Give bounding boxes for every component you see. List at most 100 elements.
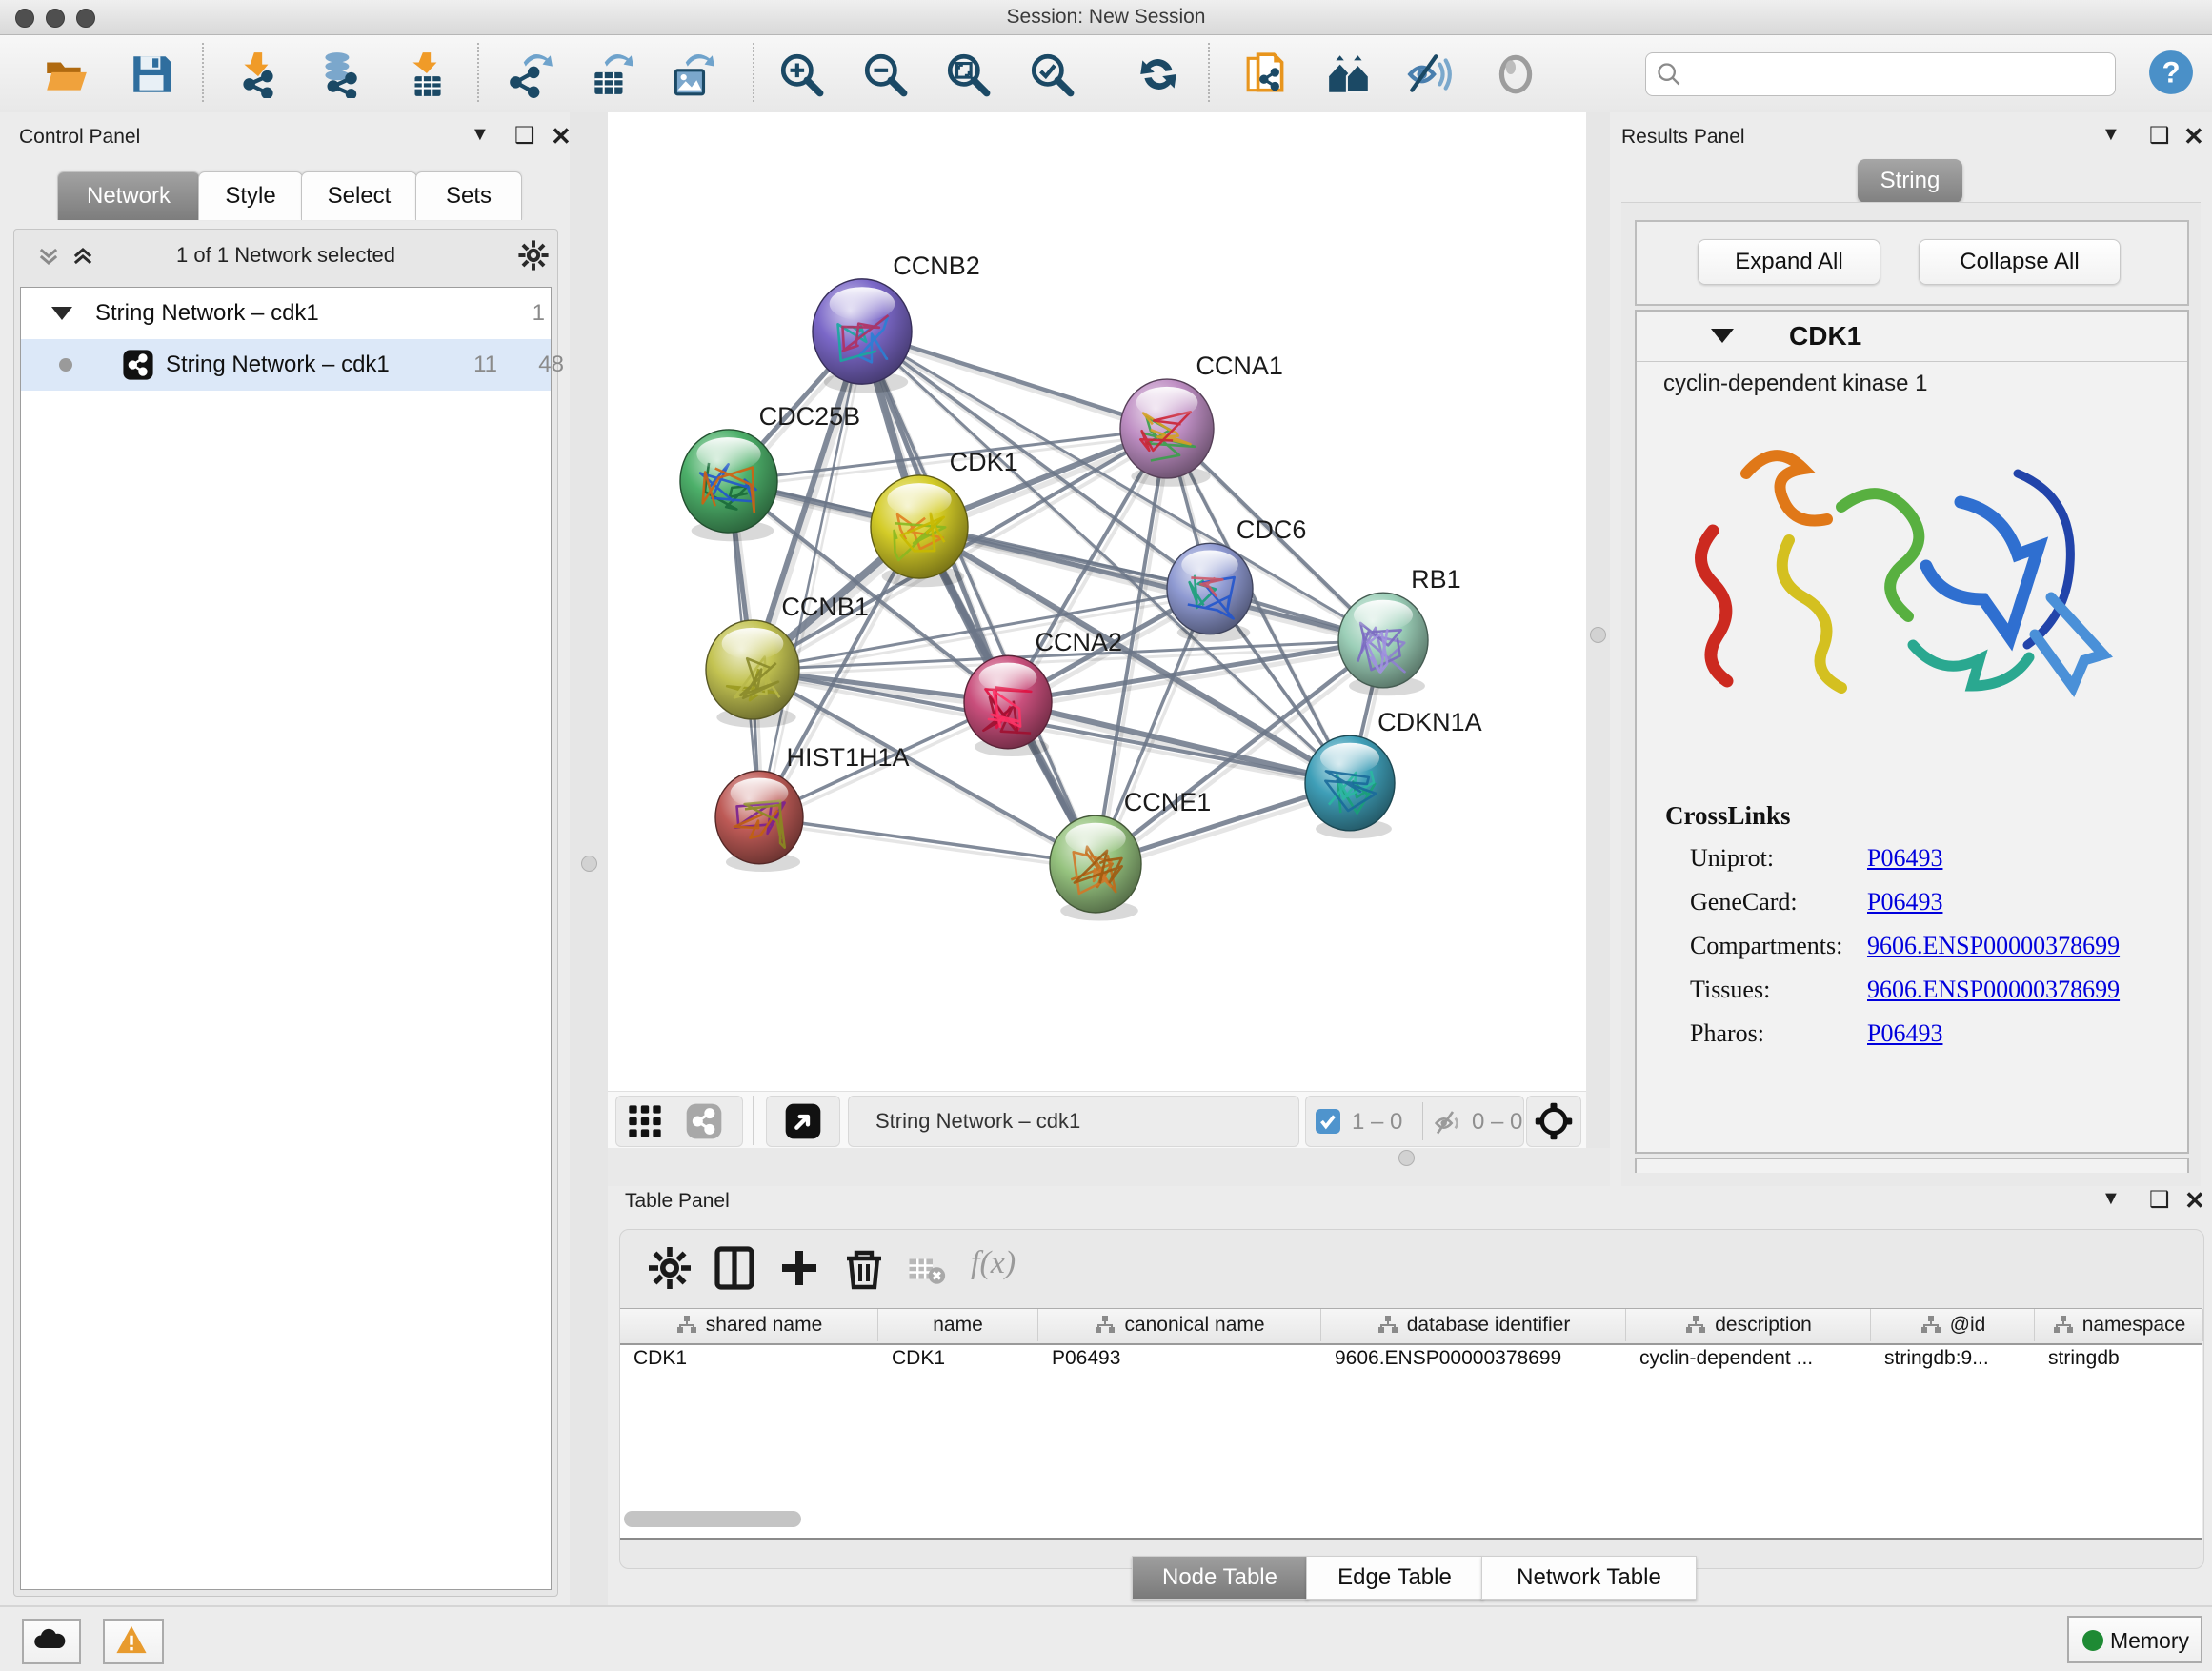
crosslink-link[interactable]: P06493 [1867, 844, 1942, 873]
cell-description[interactable]: cyclin-dependent ... [1626, 1347, 1871, 1378]
memory-button[interactable]: Memory [2067, 1616, 2202, 1663]
tab-string[interactable]: String [1858, 159, 1962, 203]
expand-all-button[interactable]: Expand All [1698, 239, 1880, 285]
export-image-icon[interactable] [668, 50, 715, 98]
import-table-icon[interactable] [403, 50, 451, 98]
search-icon [1656, 61, 1682, 88]
tab-node-table[interactable]: Node Table [1132, 1556, 1308, 1600]
show-all-icon[interactable] [1492, 50, 1539, 98]
gear-icon[interactable] [647, 1245, 693, 1291]
network-node[interactable] [964, 655, 1052, 756]
warning-button[interactable] [103, 1619, 164, 1664]
column-header-description[interactable]: description [1626, 1309, 1871, 1341]
network-node[interactable] [1050, 815, 1141, 920]
help-icon[interactable]: ? [2147, 49, 2195, 96]
cell--id[interactable]: stringdb:9... [1871, 1347, 2035, 1378]
network-row[interactable]: String Network – cdk1 11 48 [21, 339, 551, 391]
selection-info-tile: 1 – 0 0 – 0 [1305, 1096, 1524, 1147]
tab-select[interactable]: Select [301, 171, 417, 220]
hidden-eye-slash-icon[interactable] [1434, 1108, 1464, 1138]
grid-view-icon[interactable] [626, 1102, 664, 1140]
column-header-namespace[interactable]: namespace [2035, 1309, 2203, 1341]
cell-canonical-name[interactable]: P06493 [1038, 1347, 1321, 1378]
import-network-from-database-icon[interactable] [315, 50, 363, 98]
cell-database-identifier[interactable]: 9606.ENSP00000378699 [1321, 1347, 1626, 1378]
clone-network-icon[interactable] [1244, 50, 1292, 98]
hide-selected-icon[interactable] [1406, 50, 1454, 98]
gear-icon[interactable] [517, 239, 550, 272]
export-network-icon[interactable] [506, 50, 553, 98]
collapse-all-button[interactable]: Collapse All [1919, 239, 2121, 285]
network-node[interactable] [680, 430, 777, 541]
network-graph[interactable]: CCNB2CCNA1CDC25BCDK1CDC6RB1CCNB1CCNA2CDK… [608, 112, 1586, 1091]
cell-namespace[interactable]: stringdb [2035, 1347, 2203, 1378]
column-header-shared-name[interactable]: shared name [620, 1309, 878, 1341]
float-panel-icon[interactable]: ❑ [2149, 122, 2170, 150]
crosslink-link[interactable]: 9606.ENSP00000378699 [1867, 932, 2120, 960]
tab-network-table[interactable]: Network Table [1481, 1556, 1697, 1600]
cell-name[interactable]: CDK1 [878, 1347, 1038, 1378]
crosslink-link[interactable]: 9606.ENSP00000378699 [1867, 976, 2120, 1004]
splitter-handle[interactable] [581, 856, 597, 872]
selected-checkbox-icon[interactable] [1316, 1109, 1340, 1134]
collapse-panel-icon[interactable]: ▼ [471, 124, 490, 146]
tab-sets[interactable]: Sets [415, 171, 522, 220]
crosslink-link[interactable]: P06493 [1867, 888, 1942, 916]
tab-style[interactable]: Style [198, 171, 303, 220]
delete-column-icon[interactable] [841, 1245, 887, 1291]
export-table-icon[interactable] [587, 50, 634, 98]
network-node[interactable] [1120, 379, 1214, 487]
refresh-icon[interactable] [1135, 50, 1182, 98]
cloud-button[interactable] [22, 1619, 81, 1664]
splitter-handle[interactable] [1590, 627, 1606, 643]
close-panel-icon[interactable]: ✕ [2184, 1186, 2205, 1216]
center-view-icon[interactable] [1534, 1101, 1574, 1141]
add-column-icon[interactable] [776, 1245, 822, 1291]
close-panel-icon[interactable]: ✕ [551, 122, 572, 151]
float-panel-icon[interactable]: ❑ [514, 122, 535, 150]
horizontal-scrollbar[interactable] [624, 1511, 801, 1527]
network-node[interactable] [871, 475, 968, 587]
network-edge[interactable] [862, 332, 1096, 864]
network-title-tile: String Network – cdk1 [848, 1096, 1299, 1147]
zoom-selected-icon[interactable] [1028, 50, 1076, 98]
splitter-handle[interactable] [1398, 1150, 1415, 1166]
network-node[interactable] [715, 771, 803, 872]
vertical-splitter[interactable] [1586, 112, 1610, 1186]
open-session-icon[interactable] [42, 50, 90, 98]
hierarchy-icon [675, 1314, 698, 1337]
search-input[interactable] [1688, 57, 2101, 90]
column-header-name[interactable]: name [878, 1309, 1038, 1341]
network-view-icon[interactable] [685, 1102, 723, 1140]
vertical-splitter[interactable] [570, 112, 608, 1605]
crosslink-link[interactable]: P06493 [1867, 1019, 1942, 1048]
tab-edge-table[interactable]: Edge Table [1306, 1556, 1483, 1600]
first-neighbors-icon[interactable] [1325, 50, 1373, 98]
network-node[interactable] [706, 620, 799, 728]
column-header-database-identifier[interactable]: database identifier [1321, 1309, 1626, 1341]
network-node[interactable] [1338, 593, 1428, 695]
float-panel-icon[interactable]: ❑ [2149, 1186, 2170, 1214]
close-panel-icon[interactable]: ✕ [2183, 122, 2204, 151]
save-session-icon[interactable] [128, 50, 175, 98]
collapse-panel-icon[interactable]: ▼ [2101, 1188, 2121, 1210]
network-node[interactable] [813, 279, 912, 393]
network-view[interactable]: CCNB2CCNA1CDC25BCDK1CDC6RB1CCNB1CCNA2CDK… [608, 112, 1586, 1091]
collapse-panel-icon[interactable]: ▼ [2101, 124, 2121, 146]
birdseye-toggle-icon[interactable] [784, 1102, 822, 1140]
zoom-fit-icon[interactable] [944, 50, 992, 98]
network-collection-row[interactable]: String Network – cdk1 1 [21, 288, 551, 339]
show-columns-icon[interactable] [712, 1245, 757, 1291]
column-header--id[interactable]: @id [1871, 1309, 2035, 1341]
zoom-in-icon[interactable] [777, 50, 825, 98]
node-details-header[interactable]: CDK1 [1637, 312, 2187, 362]
import-network-icon[interactable] [234, 50, 282, 98]
tab-network[interactable]: Network [57, 171, 200, 220]
chevron-down-icon[interactable] [51, 307, 72, 320]
zoom-out-icon[interactable] [861, 50, 909, 98]
column-header-canonical-name[interactable]: canonical name [1038, 1309, 1321, 1341]
network-node[interactable] [1305, 735, 1395, 838]
svg-text:?: ? [2162, 55, 2180, 89]
chevron-down-icon[interactable] [1711, 329, 1734, 343]
cell-shared-name[interactable]: CDK1 [620, 1347, 878, 1378]
